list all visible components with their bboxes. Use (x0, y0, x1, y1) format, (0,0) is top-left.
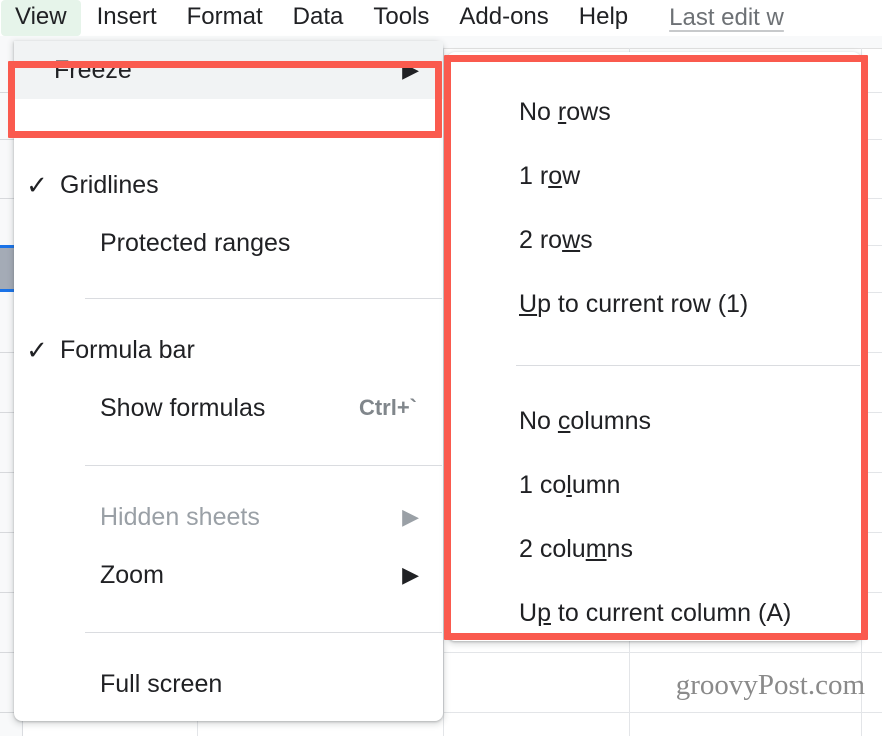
menu-item-freeze[interactable]: Freeze ▶ (14, 41, 443, 99)
menu-item-label: No rows (519, 97, 611, 126)
menu-item-label: Full screen (100, 669, 223, 698)
menu-item-show-formulas[interactable]: Show formulas Ctrl+` (14, 379, 443, 437)
chevron-right-icon: ▶ (402, 57, 419, 82)
menu-item-zoom[interactable]: Zoom ▶ (14, 546, 443, 604)
menu-item-label: Formula bar (60, 335, 195, 364)
freeze-option-1-row[interactable]: 1 row (447, 144, 861, 208)
chevron-right-icon: ▶ (402, 562, 419, 587)
menu-item-protected-ranges[interactable]: Protected ranges (14, 214, 443, 272)
menu-tab-data[interactable]: Data (279, 0, 358, 36)
menu-item-full-screen[interactable]: Full screen (14, 655, 443, 713)
menu-item-hidden-sheets: Hidden sheets ▶ (14, 488, 443, 546)
menu-item-label: Hidden sheets (100, 502, 260, 531)
check-icon: ✓ (26, 335, 48, 365)
menu-item-gridlines[interactable]: ✓ Gridlines (14, 156, 443, 214)
menu-bar: View Insert Format Data Tools Add-ons He… (0, 0, 882, 36)
view-menu-panel: Freeze ▶ ✓ Gridlines Protected ranges ✓ … (14, 41, 443, 721)
menu-item-label: No columns (519, 406, 651, 435)
menu-tab-insert[interactable]: Insert (83, 0, 171, 36)
menu-item-label: 1 column (519, 470, 621, 499)
menu-item-label: Gridlines (60, 170, 159, 199)
freeze-option-2-rows[interactable]: 2 rows (447, 208, 861, 272)
menu-item-label: 1 row (519, 161, 581, 190)
freeze-option-2-columns[interactable]: 2 columns (447, 517, 861, 581)
menu-separator (85, 131, 442, 132)
menu-separator (85, 465, 442, 466)
menu-item-label: Zoom (100, 560, 164, 589)
menu-item-label: 2 columns (519, 534, 633, 563)
freeze-option-no-columns[interactable]: No columns (447, 389, 861, 453)
menu-separator (85, 298, 442, 299)
freeze-option-up-to-current-column[interactable]: Up to current column (A) (447, 581, 861, 645)
menu-item-label: Show formulas (100, 393, 266, 422)
freeze-option-up-to-current-row[interactable]: Up to current row (1) (447, 272, 861, 336)
grid-vertical-line (861, 48, 862, 736)
watermark: groovyPost.com (675, 669, 865, 701)
menu-item-formula-bar[interactable]: ✓ Formula bar (14, 321, 443, 379)
menu-tab-help[interactable]: Help (565, 0, 642, 36)
menu-item-label: Up to current row (1) (519, 289, 749, 318)
menu-tab-tools[interactable]: Tools (359, 0, 443, 36)
chevron-right-icon: ▶ (402, 504, 419, 529)
menu-tab-add-ons[interactable]: Add-ons (445, 0, 562, 36)
menu-item-label: Up to current column (A) (519, 598, 792, 627)
menu-item-label: Freeze (54, 55, 132, 84)
menu-tab-format[interactable]: Format (173, 0, 277, 36)
freeze-option-no-rows[interactable]: No rows (447, 80, 861, 144)
menu-item-shortcut: Ctrl+` (358, 395, 417, 420)
menu-separator (85, 632, 442, 633)
menu-separator (516, 365, 860, 366)
grid-vertical-line (443, 48, 444, 736)
last-edit-status[interactable]: Last edit w (669, 4, 784, 32)
check-icon: ✓ (26, 170, 48, 200)
freeze-submenu-panel: No rows 1 row 2 rows Up to current row (… (447, 52, 861, 641)
freeze-option-1-column[interactable]: 1 column (447, 453, 861, 517)
menu-tab-view[interactable]: View (1, 0, 81, 36)
menu-item-label: 2 rows (519, 225, 593, 254)
menu-item-label: Protected ranges (100, 228, 291, 257)
